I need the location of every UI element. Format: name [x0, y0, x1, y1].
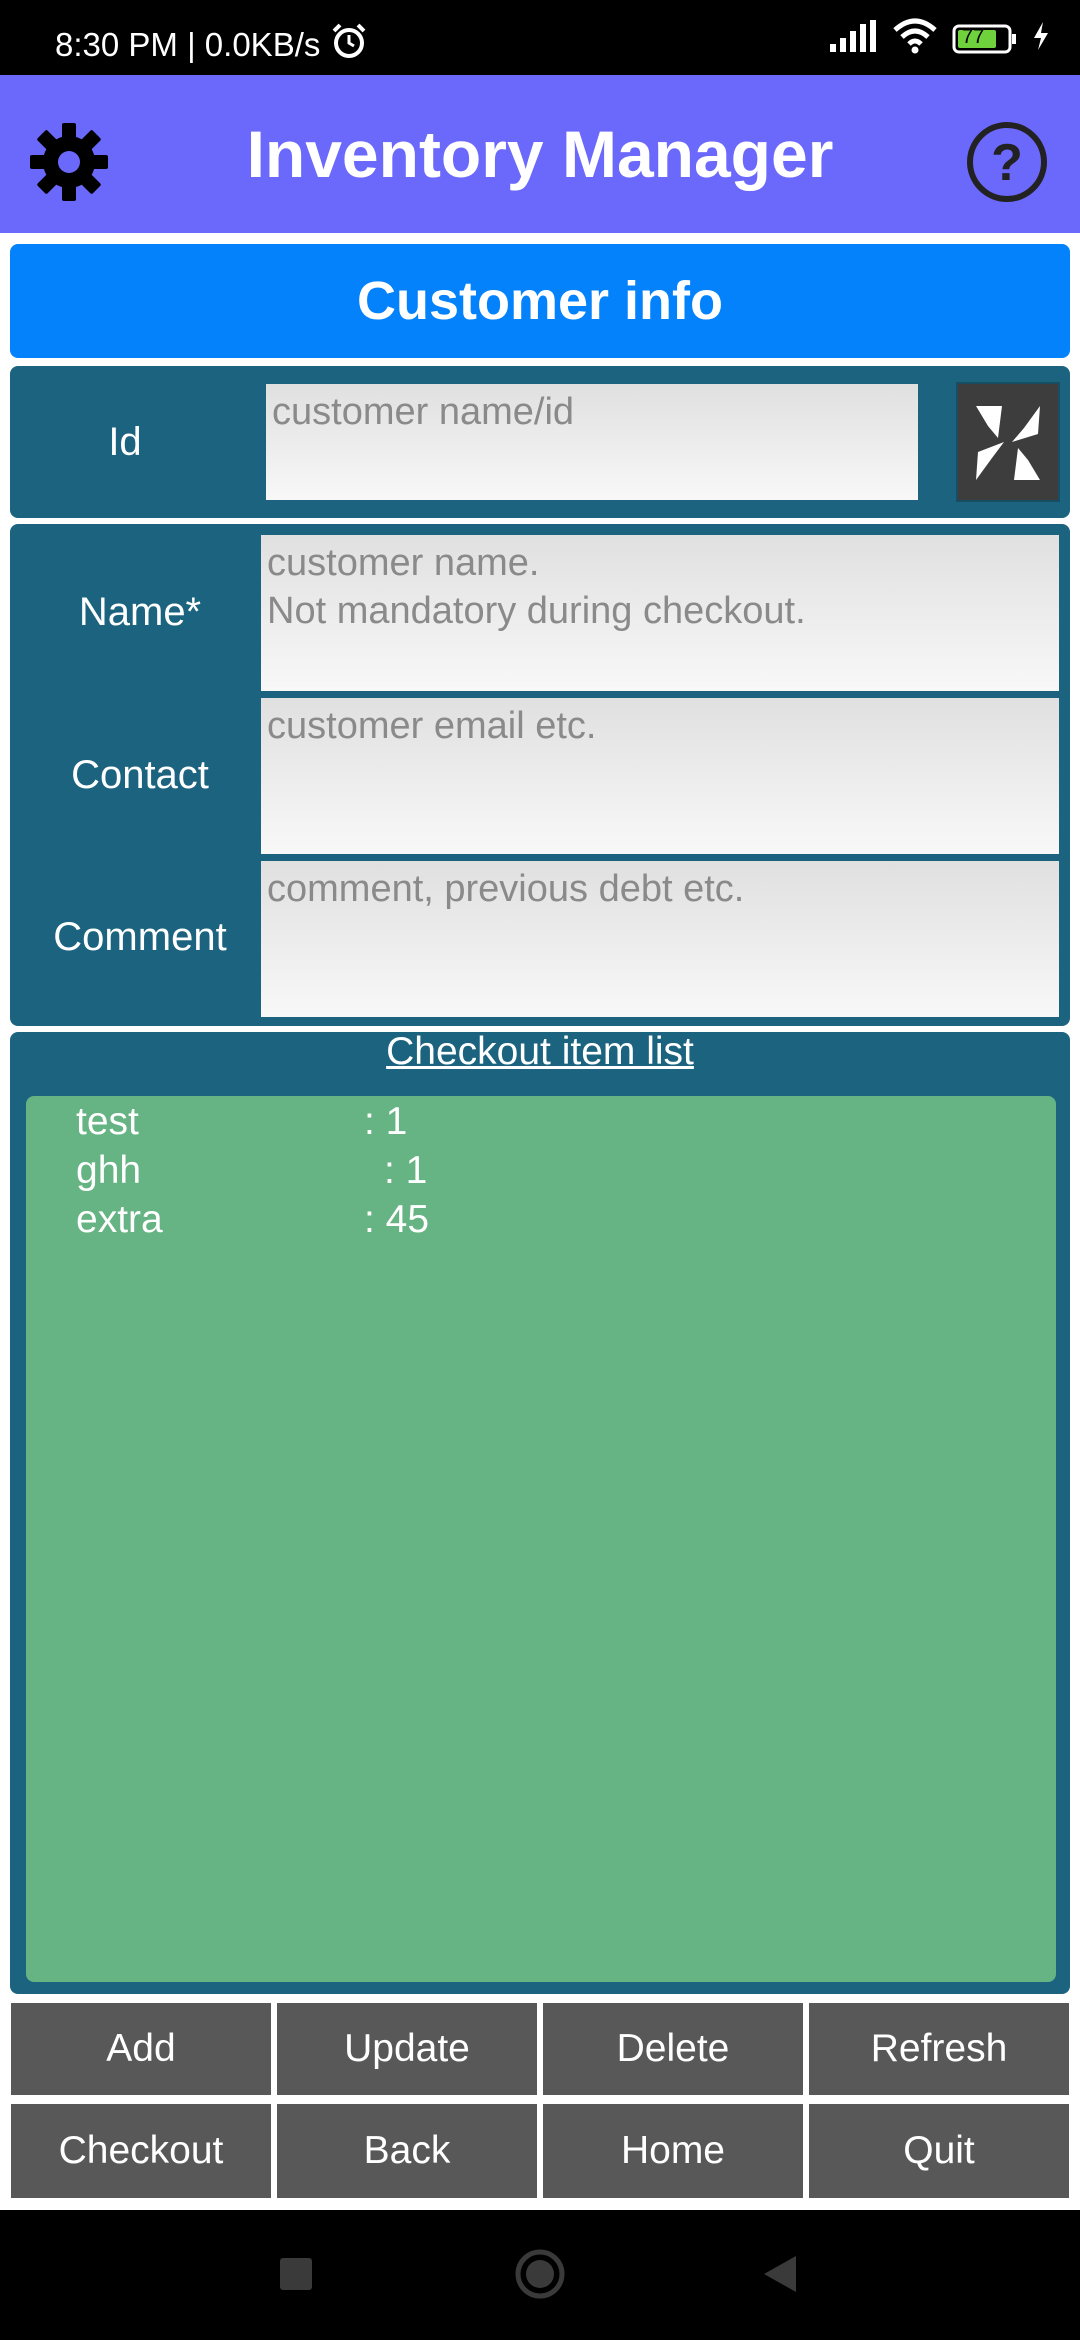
quit-button[interactable]: Quit — [806, 2101, 1072, 2201]
battery-level: 77 — [962, 25, 985, 48]
home-nav-icon[interactable] — [514, 2248, 566, 2300]
list-item-name: test — [76, 1100, 139, 1143]
name-input[interactable]: customer name. Not mandatory during chec… — [259, 533, 1061, 693]
add-button[interactable]: Add — [8, 2000, 274, 2098]
status-left: 8:30 PM | 0.0KB/s — [55, 22, 368, 68]
checkout-item-list[interactable]: test : 1 ghh : 1 extra : 45 — [26, 1096, 1056, 1982]
svg-text:?: ? — [991, 134, 1023, 192]
contact-label: Contact — [71, 753, 209, 797]
recents-icon[interactable] — [280, 2258, 312, 2290]
status-bar: 8:30 PM | 0.0KB/s 77 — [0, 0, 1080, 75]
barcode-scan-icon — [976, 406, 1040, 480]
home-button[interactable]: Home — [540, 2101, 806, 2201]
back-button[interactable]: Back — [274, 2101, 540, 2201]
refresh-button[interactable]: Refresh — [806, 2000, 1072, 2098]
update-button[interactable]: Update — [274, 2000, 540, 2098]
list-item-qty: : 1 — [384, 1149, 428, 1192]
list-item-qty: : 1 — [364, 1100, 408, 1143]
customer-info-title: Customer info — [10, 244, 1070, 358]
signal-icon — [828, 18, 878, 59]
status-time: 8:30 PM | 0.0KB/s — [55, 26, 321, 63]
list-item-qty: : 45 — [364, 1198, 430, 1241]
id-input[interactable]: customer name/id — [264, 382, 920, 502]
charging-icon — [1032, 21, 1050, 56]
status-right: 77 — [828, 18, 1050, 59]
checkout-list-title[interactable]: Checkout item list — [0, 1030, 1080, 1074]
battery-icon: 77 — [952, 24, 1018, 54]
alarm-icon — [330, 22, 368, 68]
list-item-name: extra — [76, 1198, 163, 1241]
back-nav-icon[interactable] — [762, 2254, 798, 2294]
app-title: Inventory Manager — [246, 117, 834, 191]
help-icon[interactable]: ? — [964, 119, 1050, 205]
checkout-button[interactable]: Checkout — [8, 2101, 274, 2201]
delete-button[interactable]: Delete — [540, 2000, 806, 2098]
comment-label: Comment — [53, 915, 227, 959]
gear-icon[interactable] — [26, 119, 112, 205]
contact-input[interactable]: customer email etc. — [259, 696, 1061, 856]
scan-button[interactable] — [956, 382, 1060, 502]
system-nav-bar — [0, 2210, 1080, 2340]
list-item-name: ghh — [76, 1149, 142, 1192]
comment-input[interactable]: comment, previous debt etc. — [259, 859, 1061, 1019]
name-label: Name* — [78, 590, 202, 634]
id-label: Id — [108, 420, 142, 464]
app-header: Inventory Manager ? — [0, 75, 1080, 233]
wifi-icon — [892, 18, 938, 59]
